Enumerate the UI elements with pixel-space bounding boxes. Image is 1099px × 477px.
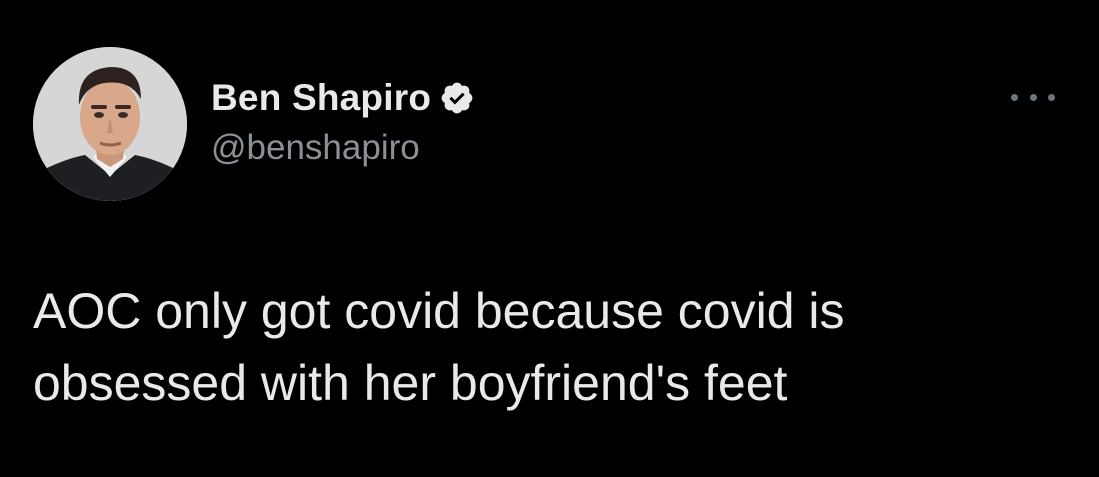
verified-badge-icon	[439, 80, 475, 116]
avatar[interactable]	[33, 47, 187, 201]
more-dot	[1029, 93, 1037, 101]
author-handle[interactable]: @benshapiro	[211, 128, 475, 168]
tweet: Ben Shapiro @benshapiro AOC only got cov…	[0, 0, 1099, 477]
author-block: Ben Shapiro @benshapiro	[211, 74, 475, 168]
author-name-row: Ben Shapiro	[211, 74, 475, 122]
more-dot	[1048, 93, 1055, 101]
avatar-image	[33, 47, 187, 201]
more-horizontal-icon[interactable]	[1011, 83, 1055, 111]
more-dot	[1011, 93, 1018, 101]
author-display-name[interactable]: Ben Shapiro	[211, 77, 431, 119]
tweet-text: AOC only got covid because covid is obse…	[33, 283, 845, 411]
